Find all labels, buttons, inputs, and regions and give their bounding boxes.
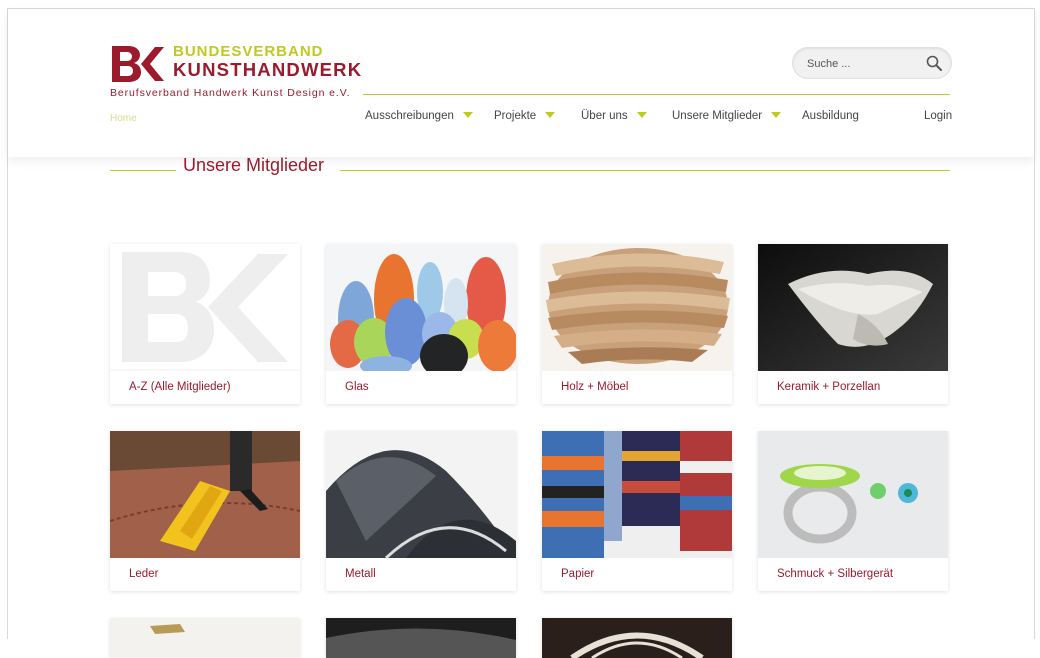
category-card-a-z[interactable]: A-Z (Alle Mitglieder) <box>110 244 300 404</box>
nav-item-ausbildung[interactable]: Ausbildung <box>802 110 859 122</box>
chevron-down-icon <box>462 111 473 118</box>
category-image <box>110 431 300 558</box>
chevron-down-icon <box>545 111 556 118</box>
section-heading: Unsere Mitglieder <box>110 155 950 179</box>
nav-divider <box>363 94 950 95</box>
category-label: Papier <box>561 568 595 580</box>
nav-item-unsere-mitglieder[interactable]: Unsere Mitglieder <box>672 110 782 122</box>
category-label: Schmuck + Silbergerät <box>777 568 894 580</box>
category-image <box>542 244 732 371</box>
search-icon[interactable] <box>925 54 943 72</box>
category-image <box>326 618 516 658</box>
logo-text-bottom: KUNSTHANDWERK <box>173 59 363 80</box>
category-card-keramik-porzellan[interactable]: Keramik + Porzellan <box>758 244 948 404</box>
category-label: Keramik + Porzellan <box>777 381 881 393</box>
category-card-partial[interactable] <box>542 618 732 658</box>
category-card-partial[interactable] <box>110 618 300 658</box>
site-logo[interactable]: BUNDESVERBAND KUNSTHANDWERK Berufsverban… <box>110 43 363 103</box>
search-input[interactable] <box>805 54 919 74</box>
site-header: BUNDESVERBAND KUNSTHANDWERK Berufsverban… <box>8 9 1034 157</box>
category-card-schmuck-silbergeraet[interactable]: Schmuck + Silbergerät <box>758 431 948 591</box>
category-card-glas[interactable]: Glas <box>326 244 516 404</box>
nav-label: Projekte <box>494 110 537 122</box>
nav-label: Ausbildung <box>802 110 859 122</box>
chevron-down-icon <box>636 111 647 118</box>
logo-text-top: BUNDESVERBAND <box>173 43 324 60</box>
category-image <box>110 618 300 658</box>
category-image <box>542 618 732 658</box>
search-box <box>792 47 952 79</box>
category-label: A-Z (Alle Mitglieder) <box>129 381 231 393</box>
page-title: Unsere Mitglieder <box>183 155 325 175</box>
category-card-metall[interactable]: Metall <box>326 431 516 591</box>
nav-label: Ausschreibungen <box>365 110 454 122</box>
nav-item-ueber-uns[interactable]: Über uns <box>581 110 647 122</box>
category-card-leder[interactable]: Leder <box>110 431 300 591</box>
category-image <box>326 431 516 558</box>
login-link[interactable]: Login <box>924 110 952 122</box>
heading-rule-left <box>110 170 176 171</box>
category-label: Metall <box>345 568 376 580</box>
category-card-papier[interactable]: Papier <box>542 431 732 591</box>
category-label: Holz + Möbel <box>561 381 629 393</box>
browser-page: BUNDESVERBAND KUNSTHANDWERK Berufsverban… <box>7 8 1035 658</box>
heading-rule-right <box>340 170 950 171</box>
breadcrumb-home[interactable]: Home <box>110 113 137 124</box>
category-label: Leder <box>129 568 159 580</box>
category-image <box>110 244 300 371</box>
bk-logo-mark <box>112 46 164 82</box>
nav-item-ausschreibungen[interactable]: Ausschreibungen <box>365 110 473 122</box>
logo-subtitle: Berufsverband Handwerk Kunst Design e.V. <box>110 87 351 99</box>
category-card-partial[interactable] <box>326 618 516 658</box>
category-label: Glas <box>345 381 369 393</box>
nav-label: Über uns <box>581 110 628 122</box>
category-image <box>542 431 732 558</box>
category-card-holz-moebel[interactable]: Holz + Möbel <box>542 244 732 404</box>
nav-label: Unsere Mitglieder <box>672 110 763 122</box>
category-image <box>326 244 516 371</box>
category-image <box>758 244 948 371</box>
chevron-down-icon <box>771 111 782 118</box>
nav-item-projekte[interactable]: Projekte <box>494 110 556 122</box>
category-image <box>758 431 948 558</box>
